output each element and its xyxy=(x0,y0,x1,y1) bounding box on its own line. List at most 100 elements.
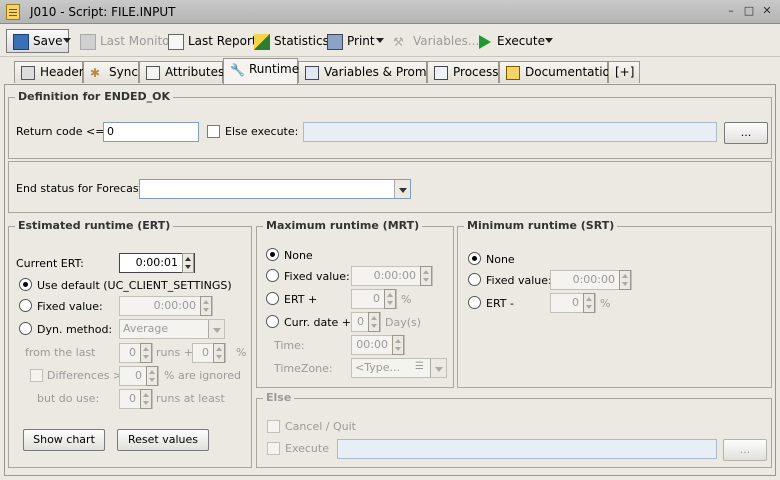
tab-process[interactable]: Process xyxy=(427,61,499,83)
else-browse-button[interactable]: ... xyxy=(723,439,767,461)
tab-attributes[interactable]: Attributes xyxy=(139,61,224,83)
add-tab-label: [+] xyxy=(615,65,635,79)
execute-dropdown-arrow[interactable] xyxy=(545,38,553,43)
return-code-input[interactable]: 0 xyxy=(103,122,199,142)
srt-none-radio[interactable] xyxy=(468,252,481,265)
forecast-group: End status for Forecast: xyxy=(8,161,772,213)
mrt-timezone-label: TimeZone: xyxy=(274,362,333,375)
forecast-select[interactable] xyxy=(139,179,411,199)
print-dropdown-arrow[interactable] xyxy=(376,38,384,43)
dyn-method-label: Dyn. method: xyxy=(37,323,113,336)
use-default-label: Use default (UC_CLIENT_SETTINGS) xyxy=(37,279,232,292)
mrt-curr-date-label: Curr. date + xyxy=(284,316,352,329)
srt-ert-minus-radio[interactable] xyxy=(468,296,481,309)
cancel-quit-checkbox[interactable] xyxy=(267,420,280,433)
srt-fixed-value-spinner[interactable] xyxy=(619,270,631,290)
statistics-button[interactable]: Statistics xyxy=(254,30,329,52)
chevron-down-icon[interactable] xyxy=(394,180,410,198)
show-chart-button[interactable]: Show chart xyxy=(23,429,105,451)
runs-at-least-label: runs at least xyxy=(156,392,225,405)
tab-sync[interactable]: ✱ Sync xyxy=(83,61,139,83)
mrt-percent-label: % xyxy=(401,293,412,306)
mrt-none-radio[interactable] xyxy=(266,248,279,261)
tab-add[interactable]: [+] xyxy=(608,61,640,83)
mrt-none-label: None xyxy=(284,249,313,262)
srt-group: Minimum runtime (SRT) None Fixed value: … xyxy=(457,219,772,388)
differences-spinner[interactable] xyxy=(146,366,158,386)
variables-table-icon xyxy=(305,65,319,80)
tab-runtime[interactable]: 🔧 Runtime xyxy=(223,58,299,84)
from-the-last-label: from the last xyxy=(25,346,96,359)
else-execute-checkbox[interactable] xyxy=(207,125,220,138)
percent-label: % xyxy=(236,346,247,359)
last-report-button[interactable]: Last Report xyxy=(168,30,257,52)
tab-documentation[interactable]: Documentation xyxy=(499,61,618,83)
tab-header[interactable]: Header xyxy=(14,61,84,83)
srt-none-label: None xyxy=(486,253,515,266)
chevron-down-icon[interactable] xyxy=(208,320,224,338)
percent-spinner[interactable] xyxy=(213,343,225,363)
process-icon xyxy=(434,65,448,80)
title-bar: J010 - Script: FILE.INPUT – □ ✕ xyxy=(0,0,780,24)
book-icon xyxy=(506,65,520,80)
srt-fixed-value-radio[interactable] xyxy=(468,273,481,286)
ert-fixed-value-input[interactable]: 0:00:00 xyxy=(119,296,213,316)
mrt-curr-date-radio[interactable] xyxy=(266,315,279,328)
printer-icon xyxy=(327,33,343,50)
mrt-ert-plus-label: ERT + xyxy=(284,293,318,306)
srt-ert-minus-spinner[interactable] xyxy=(583,293,595,313)
definition-group: Definition for ENDED_OK Return code <=: … xyxy=(8,90,772,159)
mrt-curr-date-spinner[interactable] xyxy=(368,312,380,332)
mrt-fixed-value-spinner[interactable] xyxy=(420,266,432,286)
else-execute-label-2: Execute xyxy=(285,442,329,455)
ert-fixed-value-radio[interactable] xyxy=(19,299,32,312)
differences-checkbox[interactable] xyxy=(30,369,43,382)
mrt-time-label: Time: xyxy=(274,339,305,352)
srt-ert-minus-label: ERT - xyxy=(486,297,514,310)
srt-title: Minimum runtime (SRT) xyxy=(464,219,618,232)
differences-label: Differences > xyxy=(47,369,123,382)
variables-button[interactable]: ⚒ Variables... xyxy=(393,30,479,52)
mrt-ert-plus-radio[interactable] xyxy=(266,292,279,305)
print-button[interactable]: Print xyxy=(327,30,375,52)
tab-bar: Header ✱ Sync Attributes 🔧 Runtime Variabl… xyxy=(0,58,780,85)
list-icon[interactable]: ☰ xyxy=(415,361,424,372)
else-execute-input[interactable] xyxy=(303,122,717,142)
runs-spinner[interactable] xyxy=(140,343,152,363)
last-monitor-button[interactable]: Last Monitor xyxy=(80,30,174,52)
tab-variables-prompts[interactable]: Variables & Prompts xyxy=(298,61,445,83)
return-code-label: Return code <=: xyxy=(16,125,109,138)
definition-title: Definition for ENDED_OK xyxy=(15,90,174,103)
monitor-icon xyxy=(80,33,96,50)
chevron-down-icon[interactable] xyxy=(430,359,446,377)
save-button[interactable]: Save xyxy=(6,29,70,53)
save-dropdown-arrow[interactable] xyxy=(63,38,71,43)
current-ert-spinner[interactable] xyxy=(182,253,194,273)
execute-button[interactable]: Execute xyxy=(479,30,545,52)
else-execute-input-2[interactable] xyxy=(337,439,717,459)
header-icon xyxy=(21,65,35,80)
variables-icon: ⚒ xyxy=(393,34,404,49)
else-group: Else Cancel / Quit Execute ... xyxy=(256,391,772,468)
runs-plus-label: runs + xyxy=(156,346,193,359)
ert-fixed-value-spinner[interactable] xyxy=(200,296,212,316)
mrt-ert-plus-spinner[interactable] xyxy=(384,289,396,309)
ert-group: Estimated runtime (ERT) Current ERT: 0:0… xyxy=(8,219,252,468)
else-execute-checkbox-2[interactable] xyxy=(267,442,280,455)
close-icon[interactable]: ✕ xyxy=(760,4,774,18)
attributes-icon xyxy=(146,65,160,80)
else-execute-label: Else execute: xyxy=(225,125,299,138)
reset-values-button[interactable]: Reset values xyxy=(117,429,209,451)
but-do-use-label: but do use: xyxy=(37,392,100,405)
mrt-fixed-value-label: Fixed value: xyxy=(284,270,350,283)
else-execute-browse-button[interactable]: ... xyxy=(724,122,768,144)
minimize-icon[interactable]: – xyxy=(724,4,738,18)
mrt-time-spinner[interactable] xyxy=(392,335,404,355)
maximize-icon[interactable]: □ xyxy=(742,4,756,18)
but-do-use-spinner[interactable] xyxy=(140,389,152,409)
mrt-title: Maximum runtime (MRT) xyxy=(263,219,423,232)
current-ert-label: Current ERT: xyxy=(16,257,84,270)
use-default-radio[interactable] xyxy=(19,278,32,291)
dyn-method-radio[interactable] xyxy=(19,322,32,335)
mrt-fixed-value-radio[interactable] xyxy=(266,269,279,282)
